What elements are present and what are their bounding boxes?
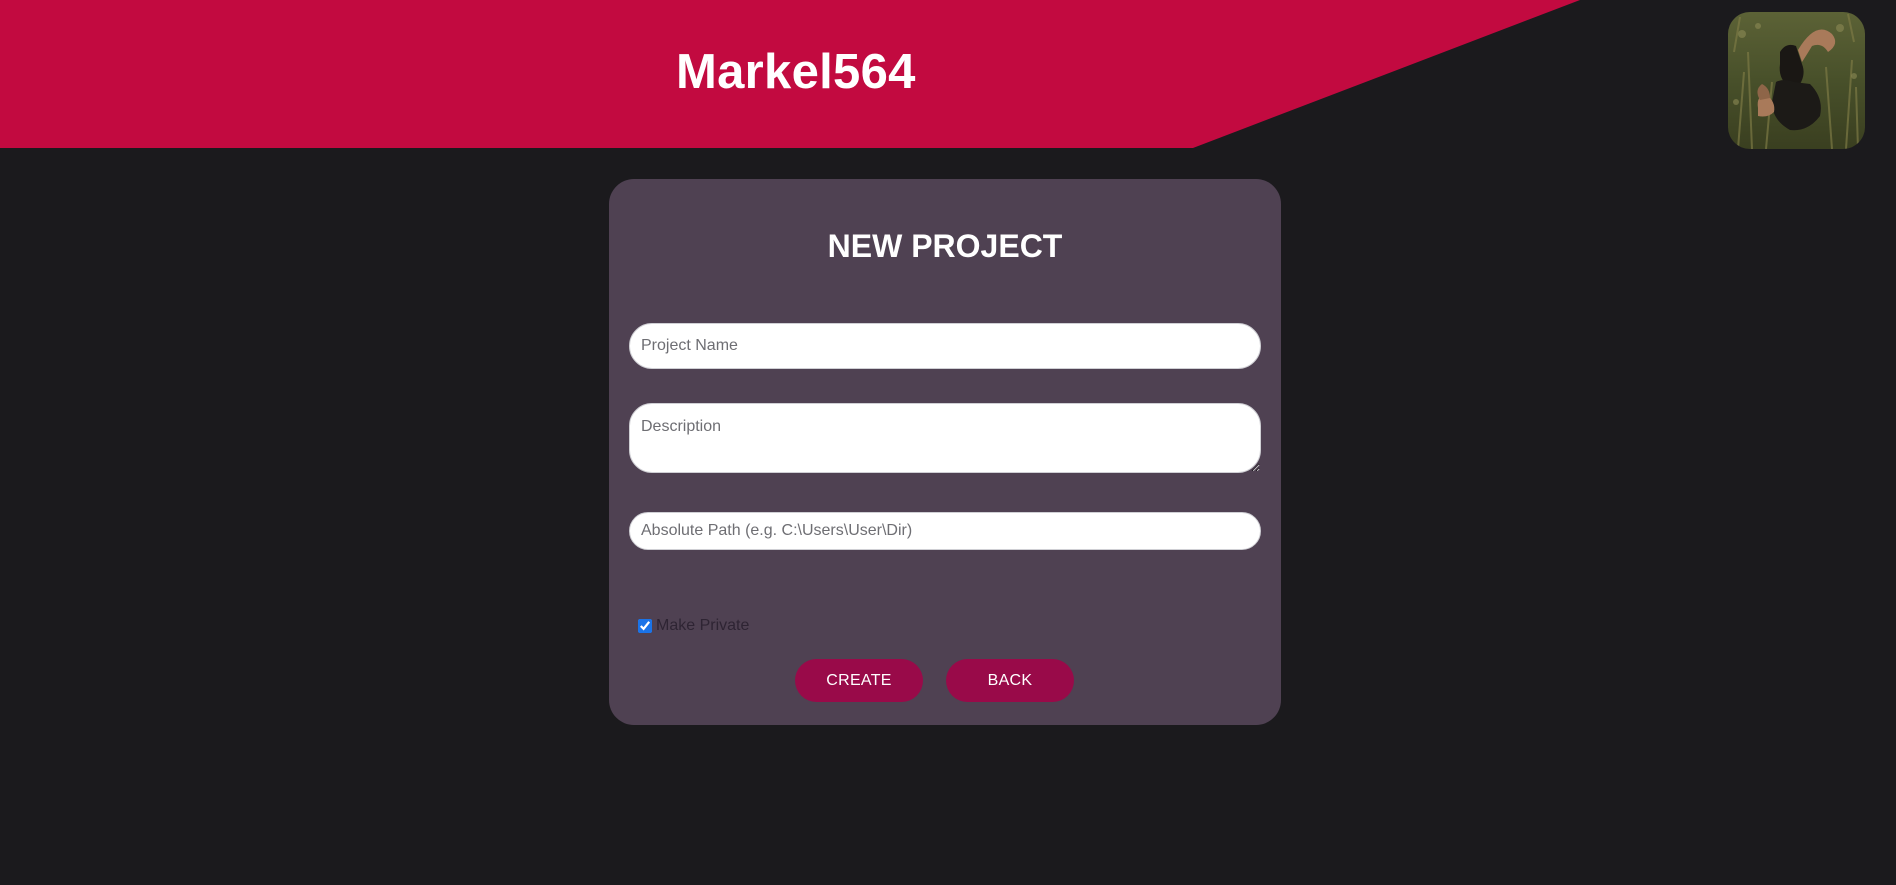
back-button[interactable]: BACK (946, 659, 1074, 702)
make-private-checkbox[interactable] (638, 619, 652, 633)
project-name-input[interactable] (629, 323, 1261, 369)
absolute-path-input[interactable] (629, 512, 1261, 550)
header-banner (0, 0, 1896, 148)
banner-shape (0, 0, 1580, 148)
form-title: NEW PROJECT (827, 228, 1063, 264)
create-button[interactable]: CREATE (795, 659, 923, 702)
description-textarea[interactable] (629, 403, 1261, 473)
avatar-photo-icon (1728, 12, 1865, 149)
username-heading: Markel564 (676, 45, 916, 99)
avatar[interactable] (1728, 12, 1865, 149)
make-private-row: Make Private (638, 614, 749, 638)
make-private-label[interactable]: Make Private (656, 617, 749, 635)
